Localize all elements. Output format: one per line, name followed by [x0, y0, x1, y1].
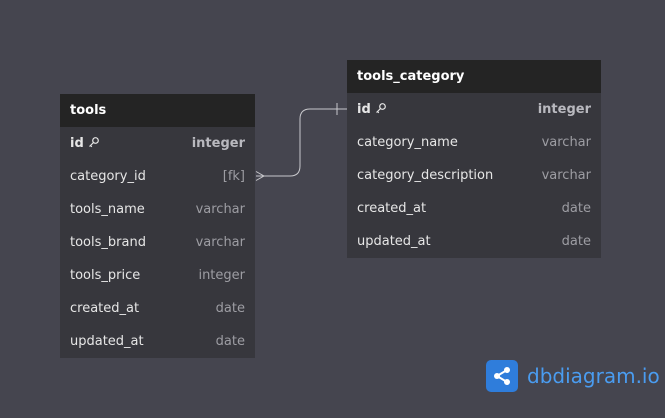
- table-header[interactable]: tools_category: [347, 60, 601, 93]
- column-name: updated_at: [357, 234, 431, 249]
- column-name-text: created_at: [357, 201, 427, 216]
- column-type: varchar: [195, 235, 245, 250]
- column-type: varchar: [195, 202, 245, 217]
- column-name: created_at: [70, 301, 139, 316]
- column-type: date: [215, 301, 245, 316]
- column-type: date: [561, 234, 591, 249]
- brand-name: dbdiagram.io: [527, 364, 660, 388]
- relationship-line: [256, 108, 347, 177]
- column-type: integer: [191, 136, 245, 151]
- column-type: [fk]: [222, 169, 245, 184]
- column-name-text: tools_brand: [70, 235, 146, 250]
- table-header[interactable]: tools: [60, 94, 255, 127]
- column-row-category-description[interactable]: category_description varchar: [347, 159, 601, 192]
- column-row-tools-name[interactable]: tools_name varchar: [60, 193, 255, 226]
- column-name: category_id: [70, 169, 146, 184]
- column-row-id[interactable]: id integer: [347, 93, 601, 126]
- column-name: id: [357, 102, 387, 118]
- key-icon: [88, 136, 100, 152]
- key-icon: [375, 102, 387, 118]
- column-row-updated-at[interactable]: updated_at date: [347, 225, 601, 258]
- table-tools[interactable]: tools id integer category_id [fk] tools_name…: [60, 94, 255, 358]
- column-name-text: tools_name: [70, 202, 145, 217]
- column-name-text: category_id: [70, 169, 146, 184]
- column-name-text: created_at: [70, 301, 140, 316]
- column-row-tools-brand[interactable]: tools_brand varchar: [60, 226, 255, 259]
- column-name: tools_name: [70, 202, 145, 217]
- column-row-category-name[interactable]: category_name varchar: [347, 126, 601, 159]
- brand-name-suffix: .io: [635, 364, 660, 388]
- column-name: category_description: [357, 168, 493, 183]
- table-columns: id integer category_id [fk] tools_name varcha…: [60, 127, 255, 358]
- column-name: tools_price: [70, 268, 140, 283]
- share-nodes-icon: [486, 360, 518, 392]
- column-name: category_name: [357, 135, 458, 150]
- column-name-text: id: [70, 136, 84, 151]
- column-type: date: [561, 201, 591, 216]
- column-name: id: [70, 136, 100, 152]
- column-row-category-id[interactable]: category_id [fk]: [60, 160, 255, 193]
- column-row-created-at[interactable]: created_at date: [347, 192, 601, 225]
- column-row-created-at[interactable]: created_at date: [60, 292, 255, 325]
- column-type: date: [215, 334, 245, 349]
- column-name: created_at: [357, 201, 426, 216]
- column-name-text: id: [357, 102, 371, 117]
- column-name-text: tools_price: [70, 268, 141, 283]
- column-row-tools-price[interactable]: tools_price integer: [60, 259, 255, 292]
- brand-name-main: dbdiagram: [527, 364, 636, 388]
- column-row-id[interactable]: id integer: [60, 127, 255, 160]
- table-tools-category[interactable]: tools_category id integer category_name var…: [347, 60, 601, 258]
- column-type: integer: [537, 102, 591, 117]
- column-name-text: updated_at: [70, 334, 144, 349]
- column-row-updated-at[interactable]: updated_at date: [60, 325, 255, 358]
- column-type: integer: [198, 268, 245, 283]
- dbdiagram-logo[interactable]: dbdiagram.io: [486, 360, 660, 392]
- column-name-text: category_name: [357, 135, 458, 150]
- column-name-text: category_description: [357, 168, 494, 183]
- column-name: updated_at: [70, 334, 144, 349]
- column-name-text: updated_at: [357, 234, 431, 249]
- column-type: varchar: [541, 168, 591, 183]
- table-columns: id integer category_name varchar category_de…: [347, 93, 601, 258]
- column-name: tools_brand: [70, 235, 146, 250]
- column-type: varchar: [541, 135, 591, 150]
